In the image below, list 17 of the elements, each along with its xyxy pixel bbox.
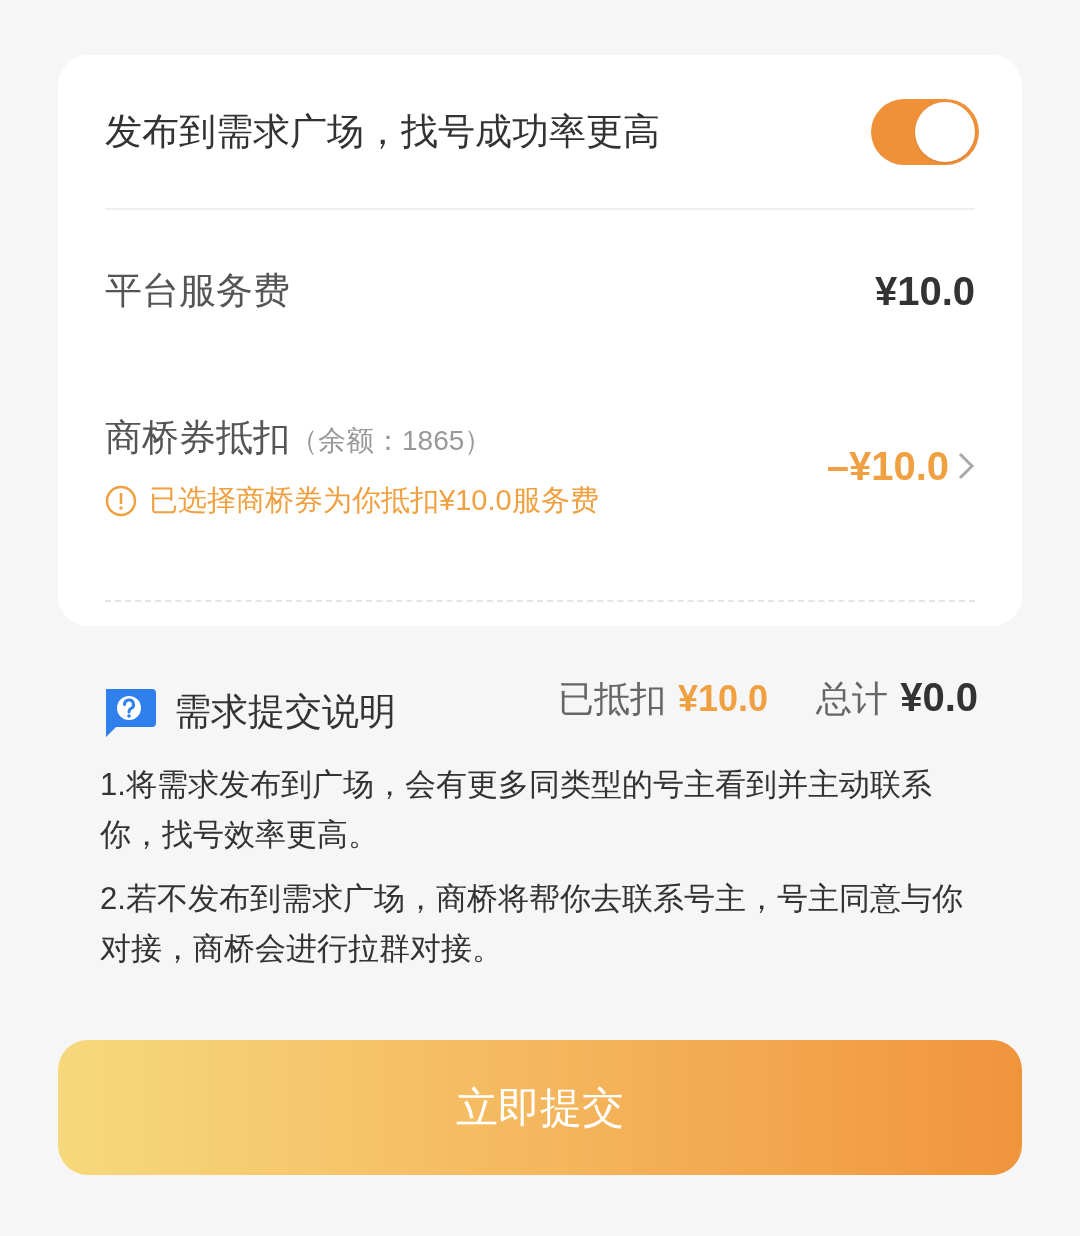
coupon-notice: 已选择商桥券为你抵扣¥10.0服务费	[149, 483, 599, 518]
deducted-label: 已抵扣	[558, 676, 667, 721]
coupon-balance: （余额：1865）	[290, 423, 493, 458]
fee-value: ¥10.0	[874, 268, 975, 315]
note-paragraph: 2.若不发布到需求广场，商桥将帮你去联系号主，号主同意与你对接，商桥会进行拉群对接。	[100, 879, 964, 968]
fee-label: 平台服务费	[105, 269, 290, 314]
total-value: ¥0.0	[900, 673, 978, 721]
total-label: 总计	[816, 676, 889, 721]
coupon-label: 商桥券抵扣	[105, 415, 290, 460]
deducted-value: ¥10.0	[678, 676, 769, 721]
help-title: 需求提交说明	[174, 690, 396, 734]
submit-button[interactable]: 立即提交	[58, 1039, 1022, 1175]
toggle-label: 发布到需求广场，找号成功率更高	[105, 109, 660, 154]
coupon-value[interactable]: –¥10.0	[826, 436, 975, 496]
info-icon	[105, 484, 137, 517]
note-paragraph: 1.将需求发布到广场，会有更多同类型的号主看到并主动联系你，找号效率更高。	[100, 765, 933, 854]
chevron-right-icon	[957, 451, 975, 481]
